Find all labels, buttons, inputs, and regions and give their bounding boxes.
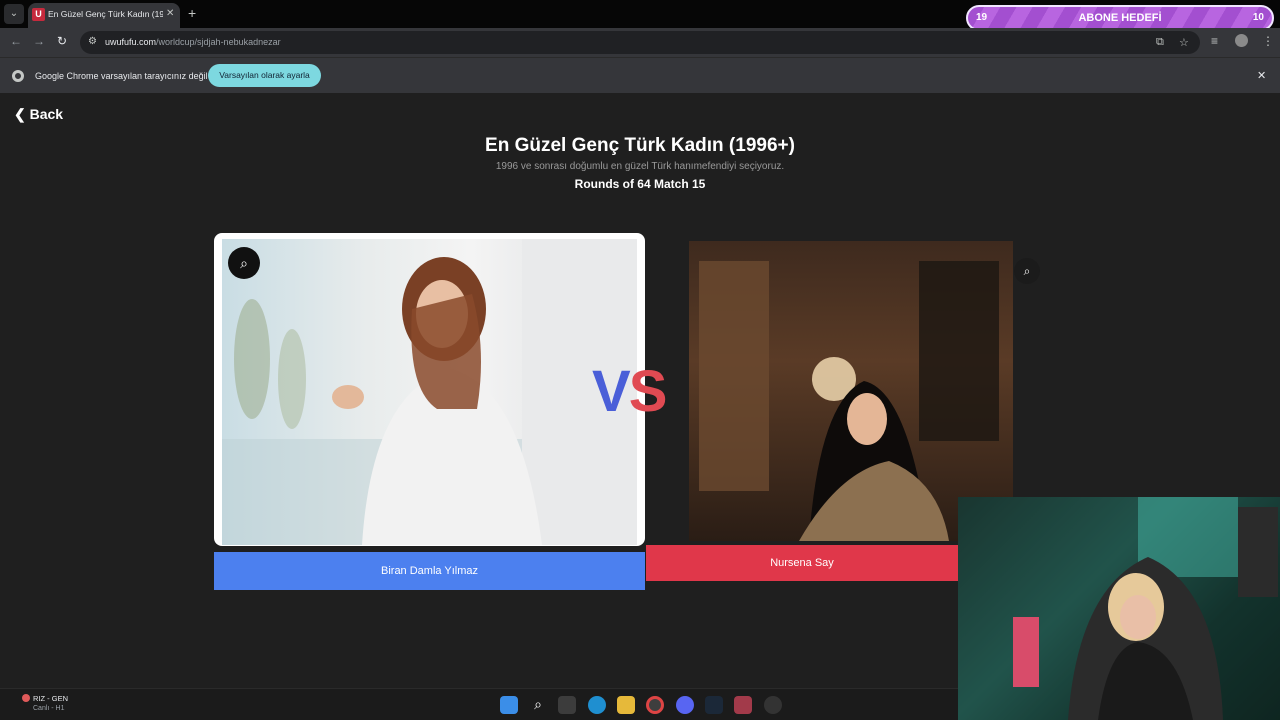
right-candidate-photo[interactable] <box>689 241 1013 541</box>
right-zoom-icon[interactable]: ⌕ <box>1014 258 1040 284</box>
new-tab-icon[interactable]: + <box>188 5 196 21</box>
discord-icon[interactable] <box>676 696 694 714</box>
page-subtitle: 1996 ve sonrası doğumlu en güzel Türk ha… <box>495 161 785 172</box>
windows-taskbar: RIZ - GEN Canlı - H1 ⌕ <box>0 688 958 720</box>
steam-icon[interactable] <box>705 696 723 714</box>
page-title: En Güzel Genç Türk Kadın (1996+) <box>485 135 795 156</box>
default-browser-infobar: Google Chrome varsayılan tarayıcınız değ… <box>0 57 1280 93</box>
left-candidate-card[interactable] <box>214 233 645 546</box>
infobar-close-icon[interactable]: ✕ <box>1257 69 1266 82</box>
round-label: Rounds of 64 Match 15 <box>574 177 706 191</box>
goal-target: 10 <box>1252 12 1264 23</box>
right-candidate-button[interactable]: Nursena Say <box>646 545 958 581</box>
left-candidate-button[interactable]: Biran Damla Yılmaz <box>214 552 645 590</box>
goal-title: ABONE HEDEFİ <box>1078 12 1162 24</box>
chevron-left-icon: ❮ <box>14 106 30 122</box>
webcam-overlay <box>958 497 1280 720</box>
weather-main-text: RIZ - GEN <box>33 694 68 703</box>
search-icon[interactable]: ⌕ <box>529 696 547 714</box>
translate-icon[interactable]: ⧉ <box>1156 36 1164 49</box>
tab-strip: ⌄ U En Güzel Genç Türk Kadın (1996+) ✕ +… <box>0 0 1280 31</box>
browser-tab[interactable]: U En Güzel Genç Türk Kadın (1996+) ✕ <box>28 3 180 28</box>
url-text: uwufufu.com/worldcup/sjdjah-nebukadnezar <box>105 37 281 47</box>
tab-close-icon[interactable]: ✕ <box>166 8 174 19</box>
app-icon[interactable] <box>764 696 782 714</box>
back-label: Back <box>29 106 64 122</box>
browser-toolbar: ← → ↻ ⚙ uwufufu.com/worldcup/sjdjah-nebu… <box>0 28 1280 57</box>
weather-sub-text: Canlı - H1 <box>33 705 65 712</box>
file-explorer-icon[interactable] <box>617 696 635 714</box>
vs-label: VS <box>592 359 667 424</box>
chrome-icon[interactable] <box>646 696 664 714</box>
task-view-icon[interactable] <box>558 696 576 714</box>
obs-icon[interactable] <box>734 696 752 714</box>
infobar-message: Google Chrome varsayılan tarayıcınız değ… <box>35 71 208 81</box>
media-controls-icon[interactable]: ≡ <box>1211 34 1218 48</box>
reload-icon[interactable]: ↻ <box>57 34 67 48</box>
start-icon[interactable] <box>500 696 518 714</box>
back-link[interactable]: ❮ Back <box>14 106 63 123</box>
tab-search-button[interactable]: ⌄ <box>4 4 24 24</box>
left-candidate-photo[interactable] <box>222 239 637 545</box>
site-info-icon[interactable]: ⚙ <box>88 36 97 47</box>
back-arrow-icon[interactable]: ← <box>10 34 22 48</box>
tab-title: En Güzel Genç Türk Kadın (1996+) <box>48 9 163 19</box>
address-bar[interactable]: ⚙ uwufufu.com/worldcup/sjdjah-nebukadnez… <box>80 31 1200 54</box>
forward-arrow-icon[interactable]: → <box>33 34 45 48</box>
chrome-logo-icon <box>12 70 24 82</box>
set-default-button[interactable]: Varsayılan olarak ayarla <box>208 64 321 87</box>
edge-icon[interactable] <box>588 696 606 714</box>
profile-avatar[interactable] <box>1235 34 1248 47</box>
more-menu-icon[interactable]: ⋮ <box>1262 34 1274 48</box>
weather-icon <box>22 694 30 702</box>
tab-favicon-icon: U <box>32 8 45 21</box>
bookmark-star-icon[interactable]: ☆ <box>1179 36 1189 49</box>
left-zoom-icon[interactable]: ⌕ <box>228 247 260 279</box>
